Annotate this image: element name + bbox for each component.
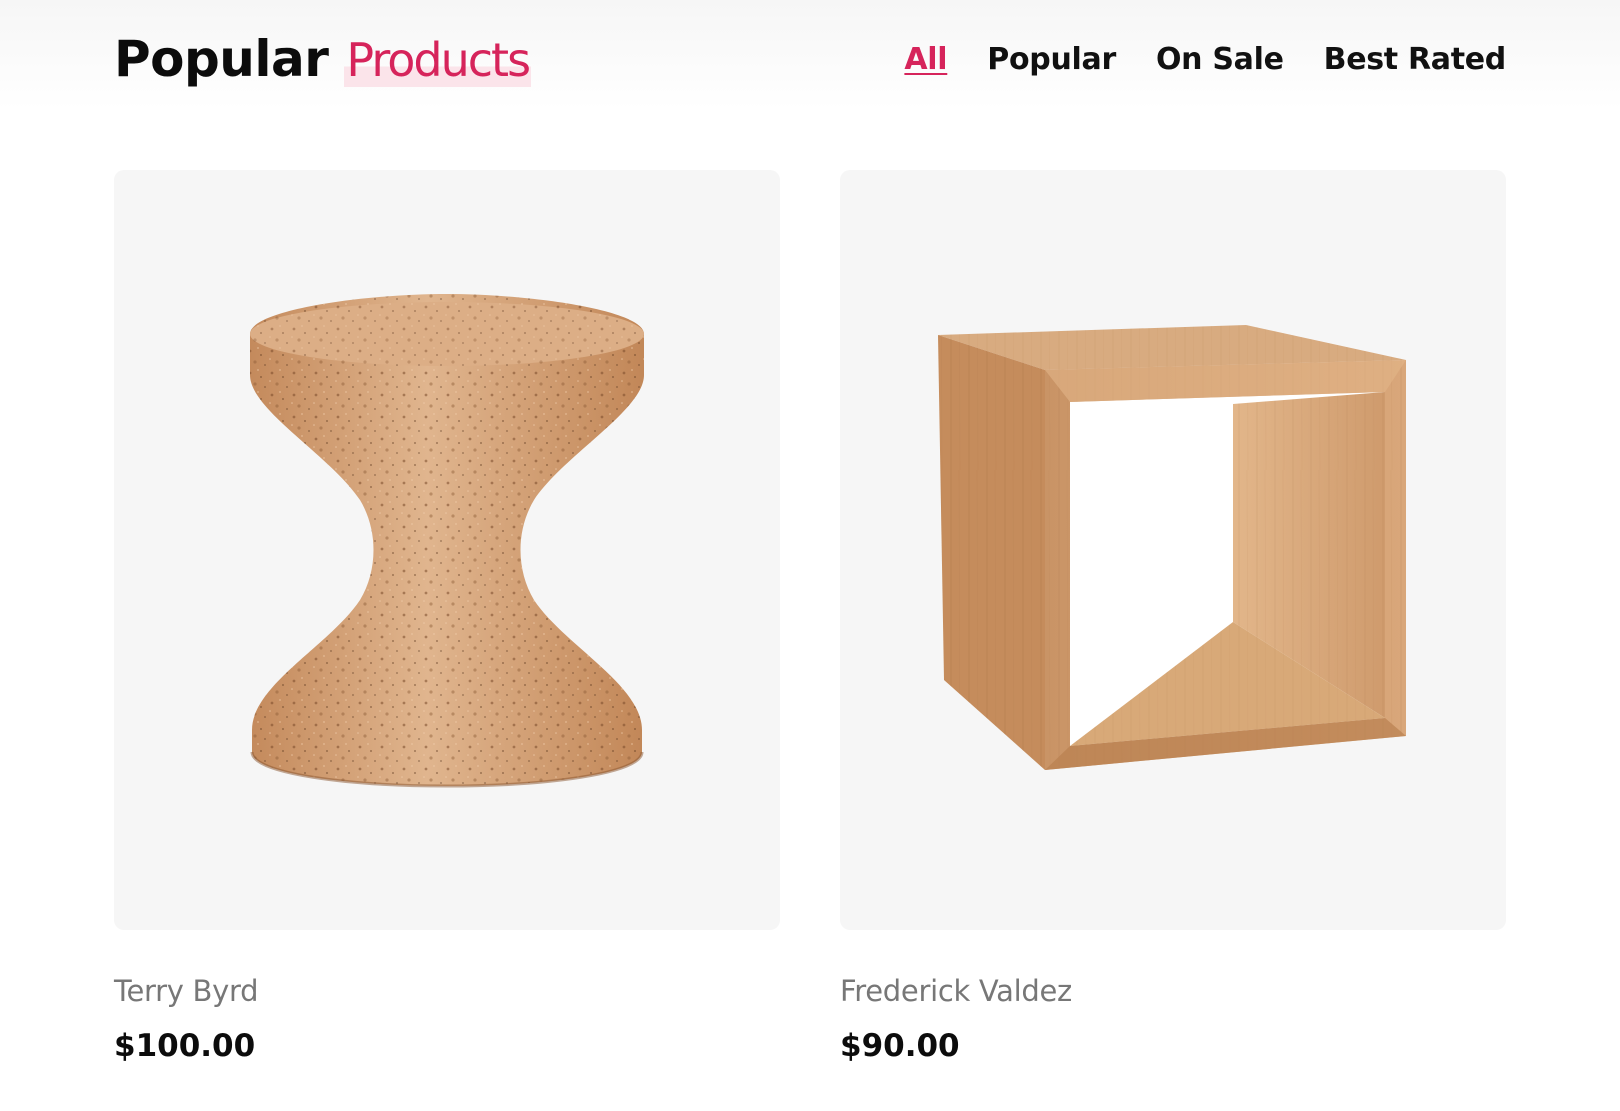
cork-stool-illustration <box>250 294 644 788</box>
product-image-cork-stool[interactable] <box>114 170 780 930</box>
section-title-accent: Products <box>344 33 532 87</box>
product-card[interactable]: Terry Byrd $100.00 <box>114 170 780 1064</box>
tab-best-rated[interactable]: Best Rated <box>1324 42 1507 77</box>
tab-all[interactable]: All <box>904 42 947 77</box>
section-title: Popular Products <box>114 30 532 88</box>
product-grid: Terry Byrd $100.00 Frederick Valdez $90.… <box>114 170 1506 1064</box>
product-filter-tabs: All Popular On Sale Best Rated <box>904 42 1506 77</box>
section-header: Popular Products All Popular On Sale Bes… <box>114 24 1506 94</box>
tab-on-sale[interactable]: On Sale <box>1156 42 1284 77</box>
wooden-cube-table-illustration <box>938 325 1406 770</box>
product-name[interactable]: Frederick Valdez <box>840 974 1506 1008</box>
product-image-wooden-cube-side-table[interactable] <box>840 170 1506 930</box>
product-name[interactable]: Terry Byrd <box>114 974 780 1008</box>
tab-popular[interactable]: Popular <box>987 42 1116 77</box>
product-price: $100.00 <box>114 1028 256 1064</box>
product-price: $90.00 <box>840 1028 960 1064</box>
section-title-strong: Popular <box>114 30 329 88</box>
product-card[interactable]: Frederick Valdez $90.00 <box>840 170 1506 1064</box>
